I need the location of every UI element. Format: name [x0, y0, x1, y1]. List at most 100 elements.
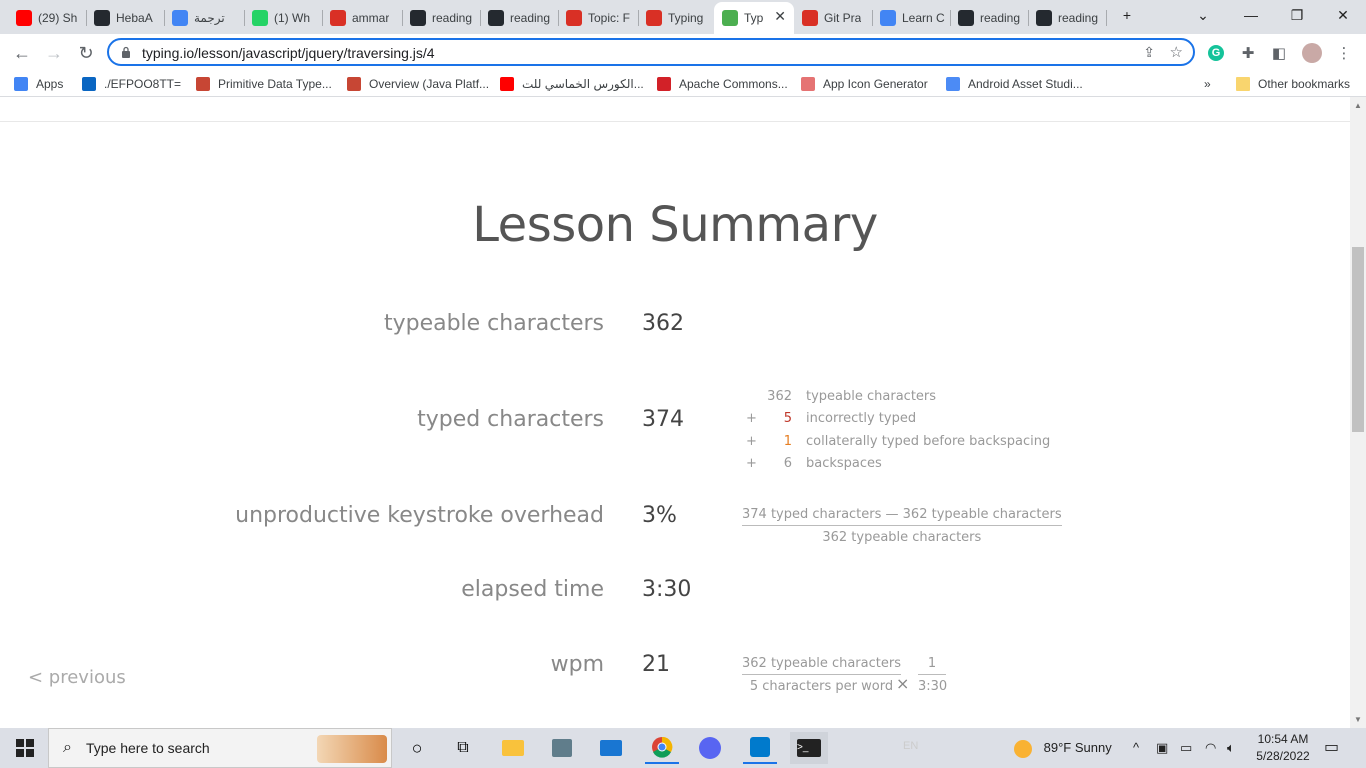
wpm-numerator-1: 362 typeable characters	[742, 656, 901, 671]
windows-start-icon[interactable]	[10, 732, 40, 764]
close-tab-icon[interactable]: ✕	[774, 8, 786, 25]
tab-10[interactable]: Git Pra	[794, 4, 872, 32]
tab-label: HebaA	[116, 11, 153, 25]
apps-grid-icon	[14, 77, 28, 91]
bookmark-0[interactable]: Apps	[14, 75, 63, 93]
wpm-numerator-2: 1	[927, 656, 937, 671]
bookmark-4[interactable]: الكورس الخماسي للت...	[500, 75, 644, 93]
tab-2[interactable]: ترجمة	[164, 4, 244, 32]
clock-time: 10:54 AM	[1257, 732, 1309, 746]
minimize-icon[interactable]: —	[1228, 0, 1274, 30]
other-bookmarks[interactable]: Other bookmarks	[1236, 75, 1350, 93]
wpm-value: 21	[642, 652, 670, 677]
tab-1[interactable]: HebaA	[86, 4, 164, 32]
terminal-icon[interactable]: >_	[790, 732, 828, 764]
tab-0[interactable]: (29) Sh	[8, 4, 86, 32]
bookmark-5[interactable]: Apache Commons...	[657, 75, 788, 93]
close-window-icon[interactable]: ✕	[1320, 0, 1366, 30]
lang-indicator[interactable]: EN	[903, 740, 918, 752]
search-highlight-image	[317, 735, 387, 763]
menu-kebab-icon[interactable]: ⋮	[1333, 42, 1355, 64]
scrollbar[interactable]: ▲ ▼	[1350, 97, 1366, 728]
youtube-icon	[16, 10, 32, 26]
bookmark-6[interactable]: App Icon Generator	[801, 75, 928, 93]
tab-9[interactable]: Typ ✕	[714, 2, 794, 34]
file-explorer-icon[interactable]	[500, 732, 526, 764]
profile-avatar[interactable]	[1301, 42, 1323, 64]
taskbar-search[interactable]: ⌕ Type here to search	[48, 728, 392, 768]
notifications-icon[interactable]: ▭	[1324, 737, 1339, 757]
tab-search-icon[interactable]: ⌄	[1180, 0, 1226, 30]
bookmark-7[interactable]: Android Asset Studi...	[946, 75, 1083, 93]
bookmark-label: App Icon Generator	[823, 77, 928, 91]
breakdown-text: incorrectly typed	[806, 411, 917, 426]
overhead-label: unproductive keystroke overhead	[235, 503, 604, 528]
whatsapp-icon	[252, 10, 268, 26]
tray-overflow-icon[interactable]: ^	[1133, 740, 1139, 755]
side-panel-icon[interactable]: ◧	[1268, 42, 1290, 64]
tab-label: Git Pra	[824, 11, 862, 25]
tab-label: (29) Sh	[38, 11, 78, 25]
url-text: typing.io/lesson/javascript/jquery/trave…	[142, 45, 435, 61]
tab-3[interactable]: (1) Wh	[244, 4, 322, 32]
bookmarks-overflow-icon[interactable]: »	[1204, 75, 1211, 93]
discord-icon[interactable]	[697, 732, 723, 764]
address-bar[interactable]: typing.io/lesson/javascript/jquery/trave…	[107, 38, 1195, 66]
volume-icon[interactable]: 🔈︎	[1227, 740, 1235, 756]
tab-label: reading	[432, 11, 473, 25]
weather-widget[interactable]: 89°F Sunny	[1014, 740, 1112, 758]
chrome-icon[interactable]	[645, 732, 679, 764]
tab-6[interactable]: reading	[480, 4, 558, 32]
back-icon[interactable]: ←	[8, 39, 36, 67]
tab-8[interactable]: Typing	[638, 4, 714, 32]
bookmark-2[interactable]: Primitive Data Type...	[196, 75, 332, 93]
tab-5[interactable]: reading	[402, 4, 480, 32]
typing-t-icon	[722, 10, 738, 26]
tab-7[interactable]: Topic: F	[558, 4, 638, 32]
bookmark-label: Apps	[36, 77, 64, 91]
bookmark-label: Apache Commons...	[679, 77, 788, 91]
android-asset-icon	[946, 77, 960, 91]
tab-12[interactable]: reading	[950, 4, 1028, 32]
tab-11[interactable]: Learn C	[872, 4, 950, 32]
overhead-denominator: 362 typeable characters	[822, 530, 982, 545]
bookmark-1[interactable]: ./EFPOO8TT=	[82, 75, 181, 93]
overhead-fraction: 374 typed characters — 362 typeable char…	[742, 507, 1062, 545]
extensions-puzzle-icon[interactable]: ✚	[1237, 42, 1259, 64]
bookmark-3[interactable]: Overview (Java Platf...	[347, 75, 489, 93]
breakdown-row: +5 incorrectly typed	[742, 411, 1042, 429]
scroll-down-icon[interactable]: ▼	[1354, 715, 1362, 724]
share-icon[interactable]: ⇪	[1143, 44, 1155, 61]
grammarly-icon[interactable]: G	[1205, 42, 1227, 64]
bookmark-label: Overview (Java Platf...	[369, 77, 490, 91]
restore-icon[interactable]: ❐	[1274, 0, 1320, 30]
bookmark-star-icon[interactable]: ☆	[1170, 43, 1183, 61]
scroll-up-icon[interactable]: ▲	[1354, 101, 1362, 110]
forward-icon[interactable]: →	[40, 39, 68, 67]
divider	[0, 121, 1350, 122]
cortana-icon[interactable]: ○	[404, 732, 430, 764]
tab-4[interactable]: ammar	[322, 4, 402, 32]
reload-icon[interactable]: ↻	[72, 39, 100, 67]
wifi-icon[interactable]: ◠	[1205, 740, 1216, 756]
search-placeholder: Type here to search	[85, 740, 210, 756]
vscode-icon[interactable]	[743, 732, 777, 764]
page-title: Lesson Summary	[472, 197, 878, 253]
mail-icon[interactable]	[598, 732, 624, 764]
feather-icon	[657, 77, 671, 91]
meet-icon[interactable]: ▣	[1156, 740, 1168, 756]
battery-icon[interactable]: ▭	[1180, 740, 1192, 756]
remote-desktop-icon[interactable]	[549, 732, 575, 764]
linkedin-icon	[82, 77, 96, 91]
tab-13[interactable]: reading	[1028, 4, 1106, 32]
wpm-denominator-2: 3:30	[918, 679, 948, 694]
elapsed-label: elapsed time	[461, 577, 604, 602]
previous-link[interactable]: < previous	[28, 667, 126, 688]
overhead-numerator: 374 typed characters — 362 typeable char…	[742, 507, 1062, 522]
typing-icon	[646, 10, 662, 26]
new-tab-icon[interactable]: +	[1104, 0, 1150, 30]
task-view-icon[interactable]: ⧉	[450, 732, 476, 764]
clock[interactable]: 10:54 AM 5/28/2022	[1256, 732, 1310, 763]
scrollbar-thumb[interactable]	[1352, 247, 1364, 432]
bookmark-label: الكورس الخماسي للت...	[522, 77, 644, 91]
